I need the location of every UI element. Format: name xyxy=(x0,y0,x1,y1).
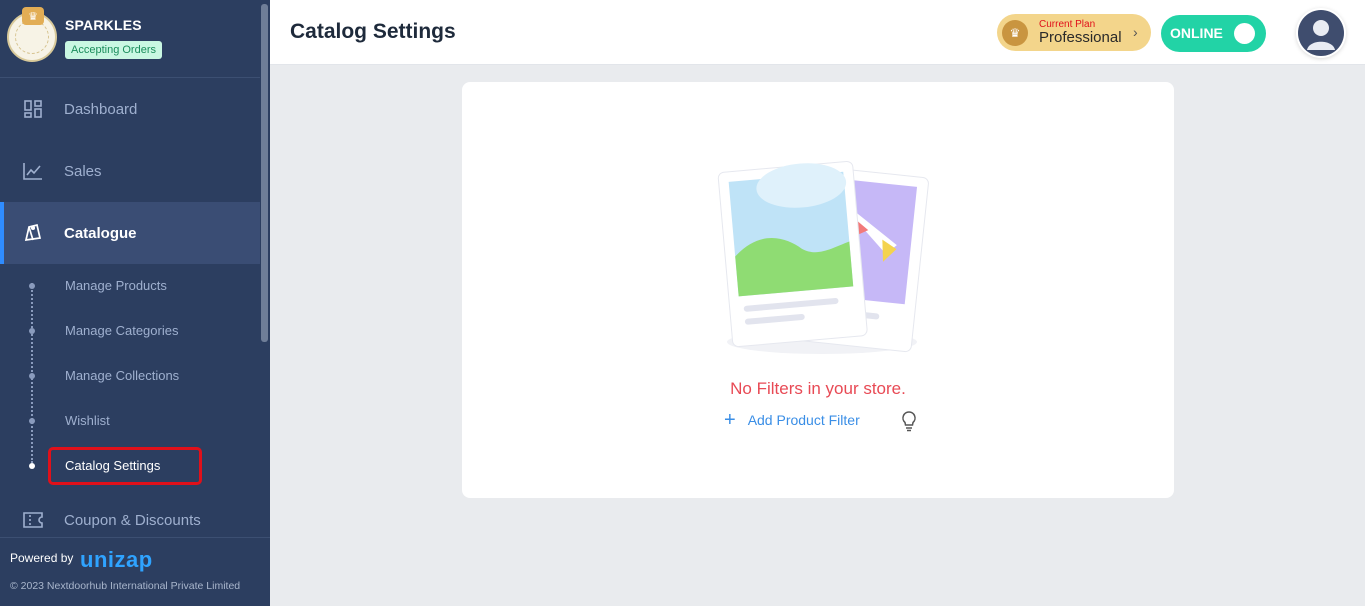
empty-state-message: No Filters in your store. xyxy=(730,379,906,398)
submenu-dot xyxy=(29,328,35,334)
submenu-manage-collections[interactable]: Manage Collections xyxy=(65,368,179,383)
highlight-box xyxy=(48,447,202,485)
sidebar-item-label: Coupon & Discounts xyxy=(64,511,201,529)
powered-by-label: Powered by xyxy=(10,551,74,565)
sidebar-scrollbar[interactable] xyxy=(261,4,268,342)
add-product-filter-label: Add Product Filter xyxy=(747,412,860,428)
catalogue-icon xyxy=(22,222,44,244)
online-toggle[interactable]: ONLINE xyxy=(1161,15,1266,52)
sidebar-item-dashboard[interactable]: Dashboard xyxy=(0,78,260,140)
submenu-dot xyxy=(29,373,35,379)
chart-line-icon xyxy=(22,160,44,182)
submenu-dot xyxy=(29,418,35,424)
crown-icon: ♛ xyxy=(22,7,44,25)
plan-name: Professional xyxy=(1039,29,1122,46)
crown-icon: ♛ xyxy=(1002,20,1028,46)
submenu-dot-active xyxy=(29,463,35,469)
brand-logo: unizap xyxy=(80,547,153,572)
sidebar-footer: Powered by unizap © 2023 Nextdoorhub Int… xyxy=(0,537,270,606)
coupon-icon xyxy=(22,509,44,531)
top-header: Catalog Settings ♛ Current Plan Professi… xyxy=(270,0,1365,65)
dashboard-icon xyxy=(22,98,44,120)
chevron-right-icon: › xyxy=(1133,24,1138,40)
submenu-manage-categories[interactable]: Manage Categories xyxy=(65,323,178,338)
plus-icon: + xyxy=(724,409,736,431)
sidebar-item-label: Sales xyxy=(64,162,102,180)
submenu-wishlist[interactable]: Wishlist xyxy=(65,413,110,428)
lightbulb-icon[interactable] xyxy=(899,410,919,432)
current-plan-button[interactable]: ♛ Current Plan Professional › xyxy=(997,14,1151,51)
store-status-badge[interactable]: Accepting Orders xyxy=(65,41,162,59)
submenu-dot xyxy=(29,283,35,289)
page-title: Catalog Settings xyxy=(290,20,456,43)
copyright-text: © 2023 Nextdoorhub International Private… xyxy=(10,580,241,592)
store-name: SPARKLES xyxy=(65,17,142,33)
add-product-filter-button[interactable]: + Add Product Filter xyxy=(724,409,860,431)
store-header: ♛ SPARKLES Accepting Orders xyxy=(0,0,260,78)
online-label: ONLINE xyxy=(1170,25,1223,41)
sidebar-item-label: Dashboard xyxy=(64,100,138,118)
avatar[interactable] xyxy=(1296,8,1346,58)
sidebar-item-sales[interactable]: Sales xyxy=(0,140,260,202)
empty-state-card: No Filters in your store. + Add Product … xyxy=(462,82,1174,498)
submenu-manage-products[interactable]: Manage Products xyxy=(65,278,167,293)
sidebar: ♛ SPARKLES Accepting Orders Dashboard Sa… xyxy=(0,0,270,606)
toggle-knob xyxy=(1234,23,1255,44)
sidebar-item-label: Catalogue xyxy=(64,224,137,242)
sidebar-item-catalogue[interactable]: Catalogue xyxy=(0,202,260,264)
image-placeholder-illustration xyxy=(707,142,937,362)
